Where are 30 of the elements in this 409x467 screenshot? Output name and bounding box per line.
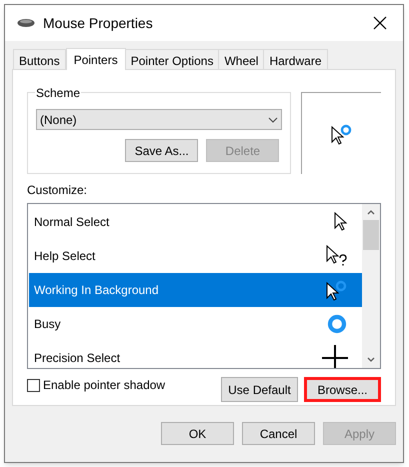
scheme-dropdown[interactable]: (None) bbox=[36, 109, 282, 130]
scroll-thumb[interactable] bbox=[363, 220, 379, 250]
list-item[interactable]: Help Select bbox=[29, 239, 362, 273]
tab[interactable]: Pointers bbox=[66, 48, 126, 70]
busy-pointer-icon bbox=[326, 279, 348, 301]
list-item[interactable]: Normal Select bbox=[29, 205, 362, 239]
dialog-button[interactable]: OK bbox=[161, 422, 234, 445]
scrollbar[interactable] bbox=[362, 204, 380, 368]
tab[interactable]: Pointer Options bbox=[124, 49, 220, 69]
tab[interactable]: Hardware bbox=[263, 49, 328, 69]
tab[interactable]: Buttons bbox=[13, 49, 66, 69]
action-button[interactable]: Browse... bbox=[304, 377, 381, 402]
checkbox[interactable] bbox=[27, 378, 40, 392]
action-button[interactable]: Use Default bbox=[221, 377, 298, 402]
checkbox-label: Enable pointer shadow bbox=[43, 377, 166, 394]
crosshair-icon bbox=[322, 345, 348, 368]
caret-icon bbox=[268, 116, 278, 122]
arrow-pointer-icon bbox=[334, 212, 348, 232]
scheme-button[interactable]: Save As... bbox=[125, 139, 198, 162]
help-pointer-icon bbox=[326, 245, 348, 267]
window-title: Mouse Properties bbox=[43, 14, 154, 33]
mouse-icon bbox=[17, 18, 35, 28]
list-item[interactable]: Precision Select bbox=[29, 341, 362, 368]
list-item[interactable]: Working In Background bbox=[29, 273, 362, 307]
close-icon[interactable] bbox=[373, 16, 387, 30]
list-item[interactable]: Busy bbox=[29, 307, 362, 341]
busy-ring-icon bbox=[326, 313, 348, 335]
customize-label: Customize: bbox=[27, 182, 88, 199]
busy-pointer-icon bbox=[330, 122, 353, 144]
dialog-button[interactable]: Cancel bbox=[242, 422, 315, 445]
